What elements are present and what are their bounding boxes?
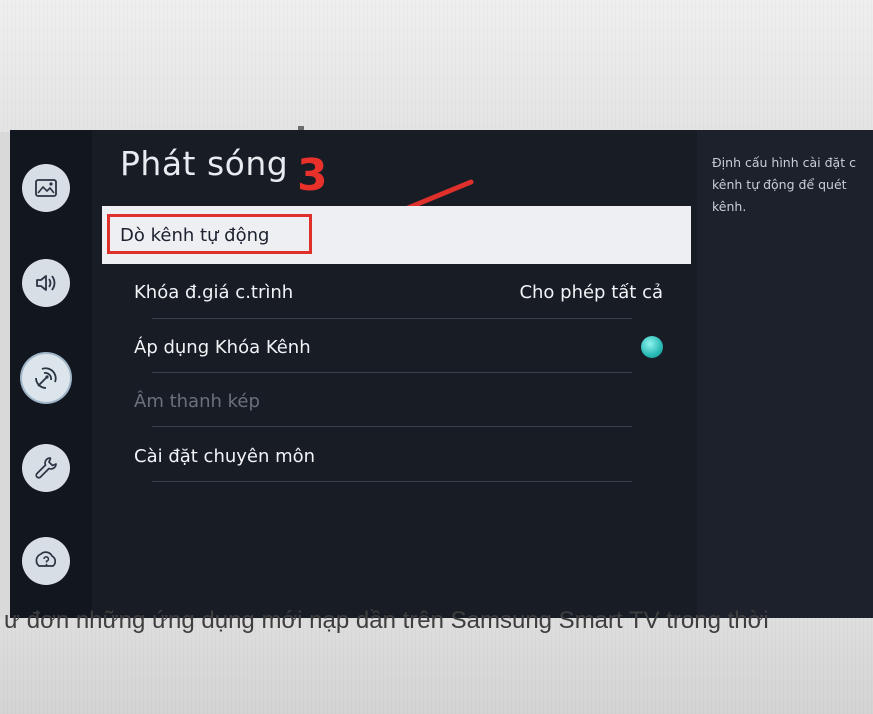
menu-item-value: Cho phép tất cả (519, 281, 663, 303)
picture-icon (35, 179, 57, 197)
menu-item-channel-lock[interactable]: Áp dụng Khóa Kênh (102, 318, 691, 376)
toggle-on-indicator[interactable] (641, 336, 663, 358)
broadcast-icon (35, 367, 57, 389)
annotation-highlight-box (107, 214, 312, 254)
annotation-step-number: 3 (297, 150, 328, 201)
menu-item-label: Khóa đ.giá c.trình (134, 281, 294, 303)
wrench-icon (35, 457, 57, 479)
page-title: Phát sóng (120, 144, 289, 183)
sound-icon (36, 275, 56, 291)
sidebar-item-sound[interactable] (22, 259, 70, 307)
menu-item-program-rating-lock[interactable]: Khóa đ.giá c.trình Cho phép tất cả (102, 263, 691, 321)
sidebar-item-general[interactable] (22, 444, 70, 492)
menu-item-expert-settings[interactable]: Cài đặt chuyên môn (102, 427, 691, 485)
sidebar-item-broadcast[interactable] (22, 354, 70, 402)
menu-item-label: Âm thanh kép (134, 390, 260, 412)
support-icon (35, 551, 57, 567)
help-text: Định cấu hình cài đặt c kênh tự động để … (712, 155, 856, 214)
sidebar-item-picture[interactable] (22, 164, 70, 212)
tv-screen-top (0, 0, 873, 132)
menu-item-label: Cài đặt chuyên môn (134, 445, 316, 467)
sidebar-item-support[interactable] (22, 537, 70, 585)
menu-item-dual-audio: Âm thanh kép (102, 372, 691, 430)
divider (152, 481, 632, 482)
background-caption-text: ư đơn những ứng dụng mới nạp dần trên Sa… (4, 607, 769, 634)
menu-item-label: Áp dụng Khóa Kênh (134, 336, 311, 358)
